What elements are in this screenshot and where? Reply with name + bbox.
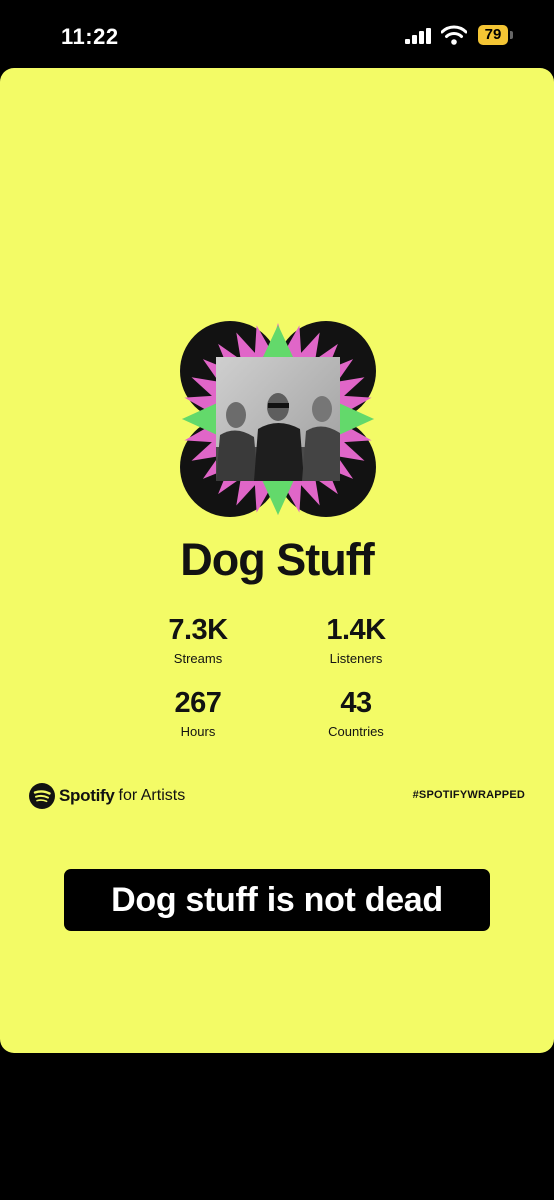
brand-name: Spotify bbox=[59, 786, 115, 805]
brand-suffix: for Artists bbox=[118, 787, 186, 804]
stat-hours: 267 Hours bbox=[118, 687, 278, 739]
stat-listeners: 1.4K Listeners bbox=[276, 614, 436, 666]
stat-value: 43 bbox=[340, 687, 372, 719]
cellular-signal-icon bbox=[405, 28, 431, 44]
wifi-icon bbox=[441, 25, 467, 45]
hashtag: #SPOTIFYWRAPPED bbox=[412, 789, 525, 801]
spotify-logo-icon bbox=[29, 783, 55, 809]
status-time: 11:22 bbox=[61, 24, 119, 49]
stat-value: 7.3K bbox=[168, 614, 228, 646]
status-bar: 11:22 79 bbox=[0, 0, 554, 68]
stat-value: 267 bbox=[174, 687, 222, 719]
artist-photo bbox=[216, 357, 340, 481]
battery-tip bbox=[510, 31, 513, 39]
wrapped-card: Dog Stuff 7.3K Streams 1.4K Listeners 26… bbox=[0, 68, 554, 1053]
story-caption: Dog stuff is not dead bbox=[64, 869, 490, 931]
stat-streams: 7.3K Streams bbox=[118, 614, 278, 666]
spotify-for-artists-brand: Spotify for Artists bbox=[29, 783, 185, 809]
stat-label: Listeners bbox=[329, 651, 383, 666]
stat-countries: 43 Countries bbox=[276, 687, 436, 739]
stat-value: 1.4K bbox=[326, 614, 386, 646]
artist-artwork bbox=[180, 321, 376, 517]
stat-label: Countries bbox=[328, 724, 384, 739]
battery-level: 79 bbox=[478, 25, 508, 45]
artist-name: Dog Stuff bbox=[180, 534, 374, 585]
stat-label: Streams bbox=[173, 651, 223, 666]
stat-label: Hours bbox=[180, 724, 216, 739]
